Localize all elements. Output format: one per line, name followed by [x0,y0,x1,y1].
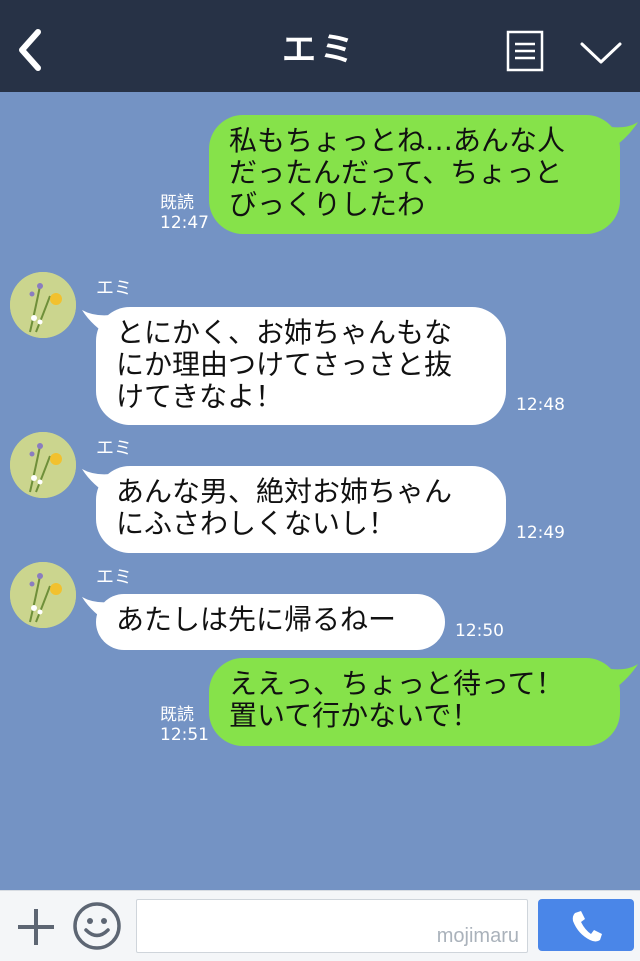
message-list[interactable]: 既読 12:47 私もちょっとね…あんな人 だったんだって、ちょっと びっくりし… [0,92,640,890]
watermark: mojimaru [436,925,519,947]
message-line: けてきなよ！ [116,380,284,413]
bubble-tail [604,122,638,150]
message-line: にふさわしくないし！ [116,507,397,540]
sender-name: エミ [96,567,132,588]
flower-avatar-icon [10,432,76,498]
message-input[interactable]: mojimaru [136,899,528,953]
message-line: あたしは先に帰るねー [116,603,397,636]
read-receipt: 既読 [160,193,194,213]
read-receipt: 既読 [160,705,194,725]
message-line: 置いて行かないで！ [229,699,480,732]
message-time: 12:47 [160,213,209,233]
composer-bar: mojimaru [0,890,640,961]
message-time: 12:48 [516,395,565,415]
emoji-button[interactable] [72,901,122,951]
call-button[interactable] [538,899,634,951]
sender-name: エミ [96,278,132,299]
add-button[interactable] [14,905,58,949]
message-line: とにかく、お姉ちゃんもな [116,316,453,349]
chat-title: エミ [282,30,358,70]
flower-avatar-icon [10,272,76,338]
message-line: あんな男、絶対お姉ちゃん [116,475,453,508]
message-meta: 既読 12:47 [160,193,209,233]
smiley-icon [73,902,121,950]
flower-avatar-icon [10,562,76,628]
message-bubble-incoming[interactable]: あたしは先に帰るねー [96,594,445,650]
list-icon [506,30,544,72]
message-bubble-incoming[interactable]: あんな男、絶対お姉ちゃん にふさわしくないし！ [96,466,506,553]
message-line: ええっ、ちょっと待って！ [229,667,564,700]
avatar[interactable] [10,272,76,338]
message-line: びっくりしたわ [229,188,426,221]
message-line: だったんだって、ちょっと [229,156,563,189]
message-time: 12:50 [455,621,504,641]
bubble-tail [604,664,638,692]
message-bubble-outgoing[interactable]: 私もちょっとね…あんな人 だったんだって、ちょっと びっくりしたわ [209,115,620,234]
message-time: 12:51 [160,725,209,745]
message-meta: 既読 12:51 [160,705,209,745]
chevron-down-icon [580,42,622,64]
message-bubble-outgoing[interactable]: ええっ、ちょっと待って！ 置いて行かないで！ [209,658,620,746]
dropdown-button[interactable] [578,38,624,68]
phone-icon [572,911,602,942]
message-line: にか理由つけてさっさと抜 [116,348,453,381]
sender-name: エミ [96,438,132,459]
message-time: 12:49 [516,523,565,543]
avatar[interactable] [10,562,76,628]
avatar[interactable] [10,432,76,498]
plus-icon [18,909,54,945]
menu-button[interactable] [506,30,544,74]
message-line: 私もちょっとね…あんな人 [229,124,566,157]
chat-header: エミ [0,0,640,92]
message-bubble-incoming[interactable]: とにかく、お姉ちゃんもな にか理由つけてさっさと抜 けてきなよ！ [96,307,506,425]
